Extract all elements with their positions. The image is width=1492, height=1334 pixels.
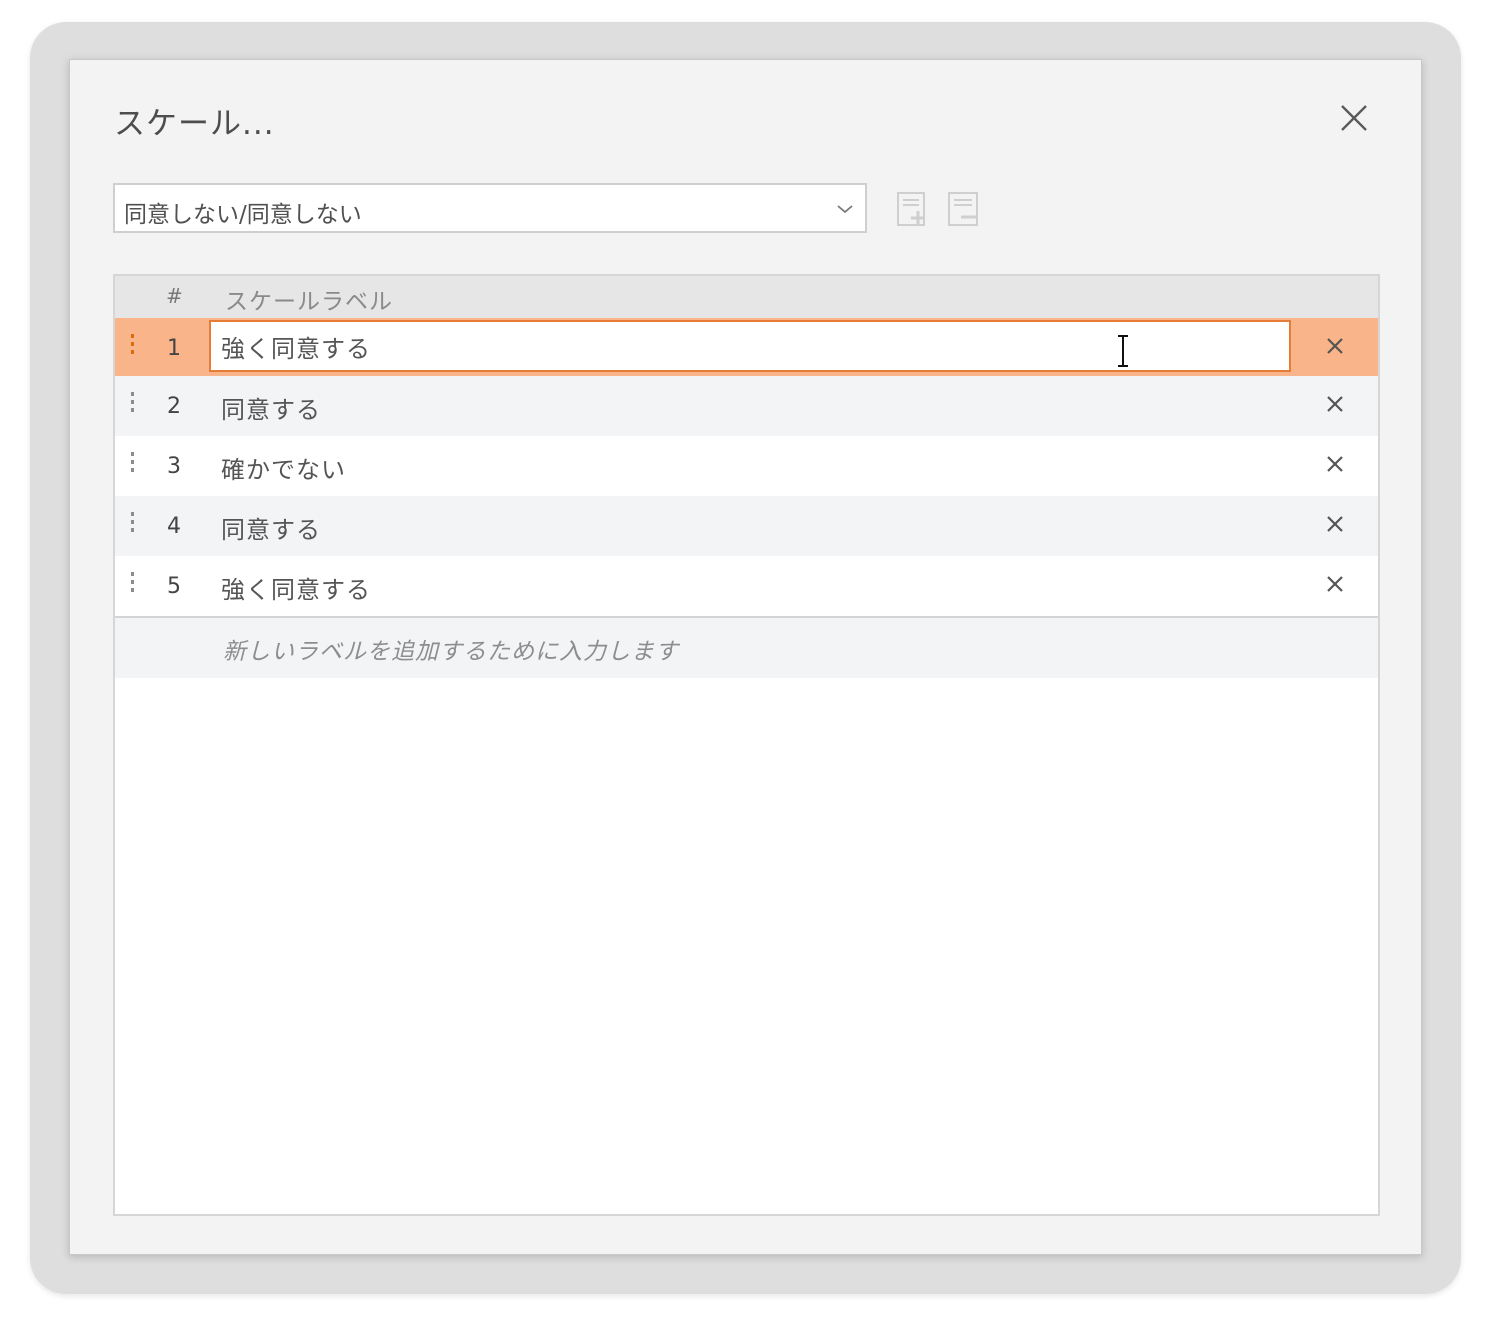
- drag-handle-icon[interactable]: [131, 452, 135, 480]
- close-icon: [1327, 516, 1343, 532]
- row-number: 5: [167, 574, 181, 599]
- row-number: 4: [167, 514, 181, 539]
- row-number: 1: [167, 336, 181, 361]
- row-label[interactable]: 同意する: [221, 510, 321, 545]
- table-row[interactable]: 2 同意する: [115, 376, 1378, 436]
- add-scale-icon: [897, 192, 925, 226]
- drag-handle-icon[interactable]: [131, 392, 135, 420]
- empty-row: [115, 678, 1378, 738]
- scale-label-grid: # スケールラベル 1 2 同意する: [113, 274, 1380, 1216]
- add-scale-button[interactable]: [896, 191, 930, 227]
- drag-handle-icon[interactable]: [131, 334, 135, 362]
- new-label-row[interactable]: 新しいラベルを追加するために入力します: [115, 616, 1378, 678]
- empty-row: [115, 738, 1378, 798]
- scale-select[interactable]: 同意しない/同意しない: [113, 183, 867, 233]
- column-header-label: スケールラベル: [225, 289, 393, 315]
- row-label[interactable]: 確かでない: [221, 450, 346, 485]
- table-row[interactable]: 4 同意する: [115, 496, 1378, 556]
- scale-dialog: スケール... 同意しない/同意しない # スケールラベル 1 強く同意する 2…: [69, 59, 1422, 1255]
- column-header-number: #: [166, 284, 183, 308]
- row-number: 3: [167, 454, 181, 479]
- delete-row-button[interactable]: [1323, 572, 1347, 596]
- label-input[interactable]: [209, 320, 1291, 372]
- empty-row: [115, 1038, 1378, 1098]
- delete-row-button[interactable]: [1323, 334, 1347, 358]
- dialog-title: スケール...: [114, 106, 275, 142]
- chevron-down-icon: [837, 205, 853, 214]
- empty-row: [115, 978, 1378, 1038]
- table-row[interactable]: 5 強く同意する: [115, 556, 1378, 616]
- empty-row: [115, 858, 1378, 918]
- delete-row-button[interactable]: [1323, 392, 1347, 416]
- empty-row: [115, 798, 1378, 858]
- table-row[interactable]: 3 確かでない: [115, 436, 1378, 496]
- close-icon: [1341, 105, 1367, 131]
- remove-scale-button[interactable]: [947, 191, 981, 227]
- drag-handle-icon[interactable]: [131, 512, 135, 540]
- close-icon: [1327, 338, 1343, 354]
- delete-row-button[interactable]: [1323, 512, 1347, 536]
- new-label-placeholder[interactable]: 新しいラベルを追加するために入力します: [223, 632, 679, 666]
- close-icon: [1327, 456, 1343, 472]
- remove-scale-icon: [948, 192, 978, 226]
- row-label[interactable]: 同意する: [221, 390, 321, 425]
- empty-row: [115, 1158, 1378, 1214]
- close-icon: [1327, 396, 1343, 412]
- row-label[interactable]: 強く同意する: [221, 570, 371, 605]
- drag-handle-icon[interactable]: [131, 572, 135, 600]
- empty-row: [115, 918, 1378, 978]
- empty-row: [115, 1098, 1378, 1158]
- table-row[interactable]: 1: [115, 318, 1378, 378]
- close-button[interactable]: [1336, 100, 1372, 136]
- scale-select-value: 同意しない/同意しない: [124, 202, 362, 228]
- row-number: 2: [167, 394, 181, 419]
- delete-row-button[interactable]: [1323, 452, 1347, 476]
- close-icon: [1327, 576, 1343, 592]
- grid-header: # スケールラベル: [115, 276, 1378, 318]
